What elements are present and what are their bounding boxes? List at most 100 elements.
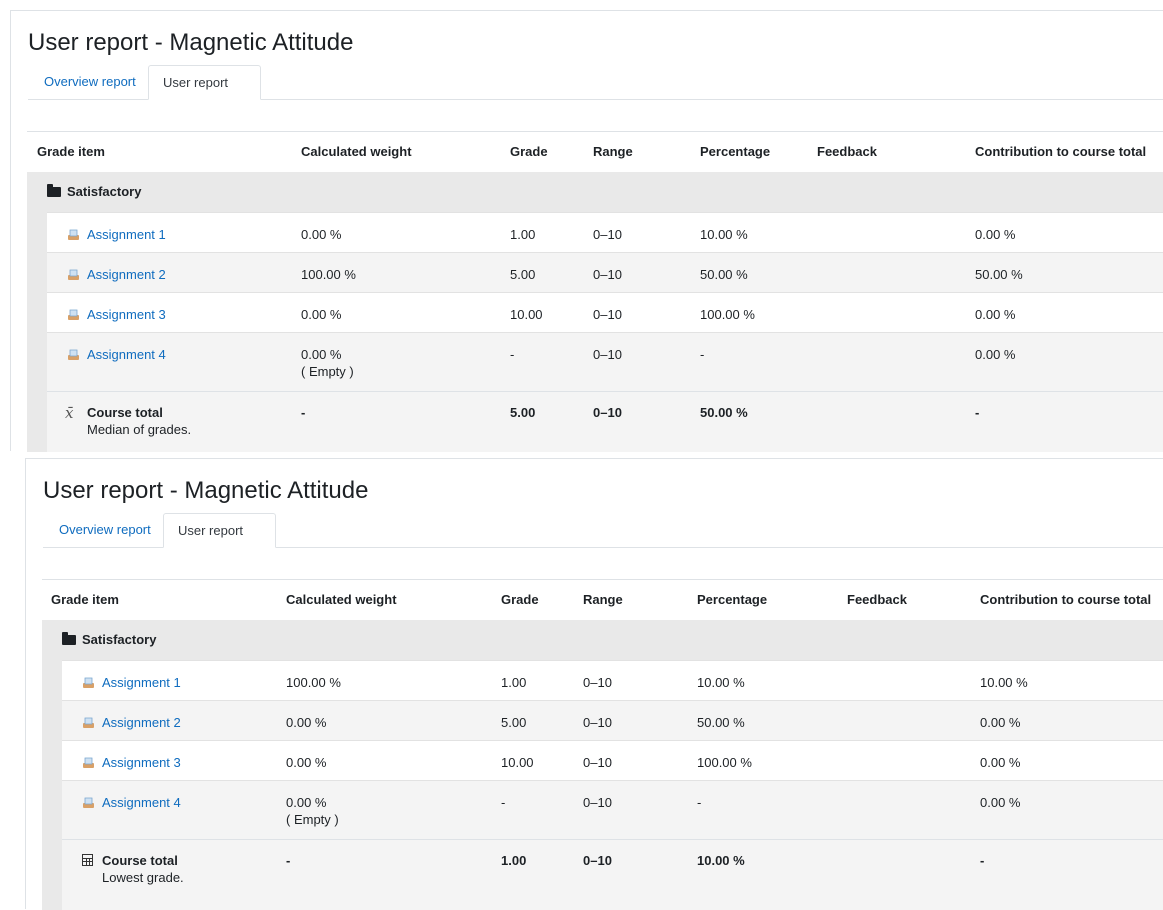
course-total-label: Course total [87,405,163,420]
aggregation-description: Lowest grade. [102,870,184,885]
grade-cell: 10.00 [501,755,534,770]
table-row: Assignment 3 0.00 % 10.00 0–10 100.00 % … [47,292,1163,332]
table-row: Assignment 2 0.00 % 5.00 0–10 50.00 % 0.… [62,700,1163,740]
header-percentage: Percentage [700,144,771,159]
aggregation-description: Median of grades. [87,422,192,437]
category-indent-bar [42,660,62,910]
contribution-cell: 0.00 % [980,715,1021,730]
header-calculated-weight: Calculated weight [286,592,397,607]
grade-cell: 10.00 [510,307,543,322]
grade-cell: 5.00 [501,715,527,730]
total-grade-cell: 5.00 [510,405,536,420]
grade-item-link[interactable]: Assignment 4 [102,794,181,811]
contribution-cell: 50.00 % [975,267,1023,282]
page-title: User report - Magnetic Attitude [43,477,369,504]
total-range-cell: 0–10 [593,405,622,420]
header-contribution: Contribution to course total [975,144,1147,159]
header-grade: Grade [510,144,548,159]
tab-overview-report[interactable]: Overview report [28,65,150,99]
course-total-cell: Course total Median of grades. [87,404,191,438]
range-cell: 0–10 [593,227,622,242]
table-row: Assignment 2 100.00 % 5.00 0–10 50.00 % … [47,252,1163,292]
grade-item-link[interactable]: Assignment 2 [102,714,181,731]
table-row: Assignment 1 100.00 % 1.00 0–10 10.00 % … [62,660,1163,700]
percentage-cell: 100.00 % [697,755,752,770]
grade-cell: 5.00 [510,267,536,282]
total-percentage-cell: 10.00 % [697,853,745,868]
grade-cell: - [510,347,515,362]
header-percentage: Percentage [697,592,768,607]
header-range: Range [583,592,623,607]
assignment-icon [68,269,79,280]
tab-user-report[interactable]: User report [148,65,261,100]
percentage-cell: 10.00 % [697,675,745,690]
range-cell: 0–10 [583,755,612,770]
range-cell: 0–10 [583,715,612,730]
assignment-icon [83,797,94,808]
header-feedback: Feedback [847,592,907,607]
range-cell: 0–10 [593,307,622,322]
weight-value: 0.00 % [301,347,342,362]
total-range-cell: 0–10 [583,853,612,868]
category-name: Satisfactory [67,184,142,199]
total-percentage-cell: 50.00 % [700,405,748,420]
contribution-cell: 0.00 % [975,347,1016,362]
assignment-icon [83,717,94,728]
x-bar-mean-icon: x̄ [65,404,74,422]
grade-item-link[interactable]: Assignment 3 [87,306,166,323]
table-row: Assignment 4 0.00 % ( Empty ) - 0–10 - 0… [47,332,1163,391]
weight-empty-note: ( Empty ) [301,364,354,379]
category-row: Satisfactory [42,620,1163,660]
calculator-icon [82,854,93,866]
total-weight-cell: - [286,853,291,868]
total-grade-cell: 1.00 [501,853,527,868]
total-contribution-cell: - [975,405,980,420]
weight-cell: 100.00 % [301,267,356,282]
tab-overview-report[interactable]: Overview report [43,513,165,547]
contribution-cell: 0.00 % [980,755,1021,770]
grade-cell: 1.00 [510,227,536,242]
total-weight-cell: - [301,405,306,420]
grade-item-link[interactable]: Assignment 3 [102,754,181,771]
course-total-label: Course total [102,853,178,868]
range-cell: 0–10 [583,675,612,690]
contribution-cell: 10.00 % [980,675,1028,690]
report-tabs: Overview report User report [43,513,1163,548]
report-tabs: Overview report User report [28,65,1163,100]
category-name: Satisfactory [82,632,157,647]
percentage-cell: - [697,795,702,810]
header-grade: Grade [501,592,539,607]
range-cell: 0–10 [593,267,622,282]
contribution-cell: 0.00 % [980,795,1021,810]
header-grade-item: Grade item [51,592,119,607]
grade-cell: 1.00 [501,675,527,690]
assignment-icon [83,677,94,688]
grade-item-link[interactable]: Assignment 4 [87,346,166,363]
tab-user-report[interactable]: User report [163,513,276,548]
assignment-icon [83,757,94,768]
table-row: Assignment 4 0.00 % ( Empty ) - 0–10 - 0… [62,780,1163,839]
folder-icon [62,632,76,645]
percentage-cell: 50.00 % [697,715,745,730]
weight-cell: 0.00 % ( Empty ) [286,794,339,828]
course-total-row: x̄ Course total Median of grades. - 5.00… [47,391,1163,452]
range-cell: 0–10 [583,795,612,810]
header-grade-item: Grade item [37,144,105,159]
header-range: Range [593,144,633,159]
category-row: Satisfactory [27,172,1163,212]
page-title: User report - Magnetic Attitude [28,29,354,56]
grade-item-link[interactable]: Assignment 2 [87,266,166,283]
assignment-icon [68,229,79,240]
table-header: Grade item Calculated weight Grade Range… [42,579,1163,620]
report-panel-2: User report - Magnetic Attitude Overview… [25,458,1163,910]
grade-item-link[interactable]: Assignment 1 [102,674,181,691]
percentage-cell: - [700,347,705,362]
folder-icon [47,184,61,197]
grade-item-link[interactable]: Assignment 1 [87,226,166,243]
weight-cell: 0.00 % [301,307,342,322]
contribution-cell: 0.00 % [975,307,1016,322]
table-row: Assignment 3 0.00 % 10.00 0–10 100.00 % … [62,740,1163,780]
weight-value: 0.00 % [286,795,327,810]
weight-cell: 0.00 % [286,715,327,730]
contribution-cell: 0.00 % [975,227,1016,242]
